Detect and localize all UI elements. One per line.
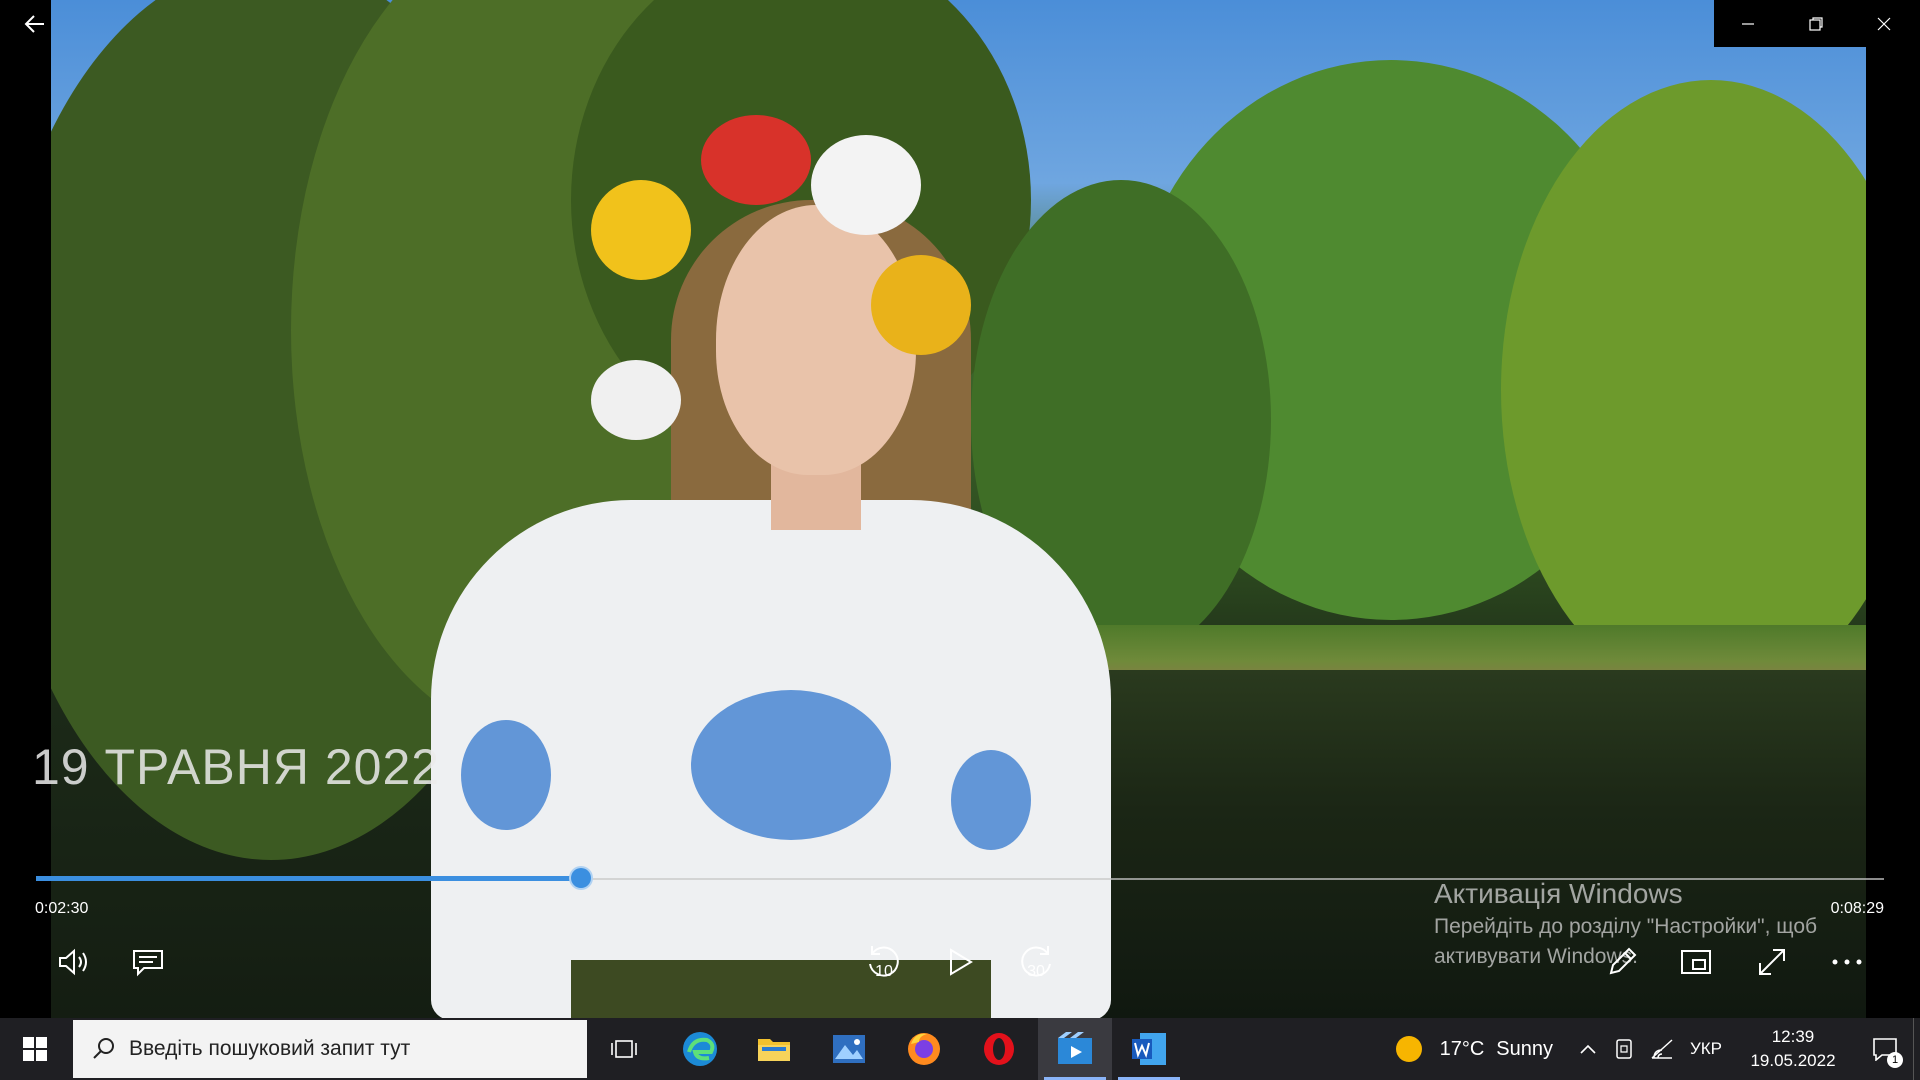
- start-button[interactable]: [0, 1018, 70, 1080]
- edge-icon: [683, 1032, 717, 1066]
- fullscreen-button[interactable]: [1750, 940, 1794, 984]
- mini-view-button[interactable]: [1674, 940, 1718, 984]
- task-view-icon: [611, 1040, 637, 1058]
- arrow-left-icon: [24, 15, 44, 33]
- activation-subtitle: Перейдіть до розділу "Настройки", щоб ак…: [1434, 915, 1818, 968]
- skirt: [571, 960, 991, 1018]
- activation-title: Активація Windows: [1434, 878, 1683, 909]
- poppy: [701, 115, 811, 205]
- play-icon: [950, 948, 973, 976]
- embroidery: [691, 690, 891, 840]
- elapsed-time: 0:02:30: [35, 900, 89, 917]
- weather-widget[interactable]: 17°C Sunny: [1394, 1034, 1553, 1064]
- folder-icon: [758, 1039, 790, 1061]
- taskbar-app-photos[interactable]: [812, 1018, 886, 1080]
- close-button[interactable]: [1850, 0, 1918, 47]
- minimize-icon: [1742, 22, 1754, 25]
- word-icon: [1132, 1033, 1166, 1065]
- show-desktop-button[interactable]: [1913, 1018, 1920, 1080]
- sunflower: [591, 180, 691, 280]
- taskbar-app-word[interactable]: [1112, 1018, 1186, 1080]
- embroidery: [461, 720, 551, 830]
- edit-button[interactable]: [1600, 940, 1644, 984]
- sunflower: [871, 255, 971, 355]
- chevron-up-icon: [1580, 1044, 1596, 1054]
- pencil-icon: [1609, 947, 1637, 975]
- notification-count-badge: 1: [1887, 1052, 1903, 1068]
- daisy: [811, 135, 921, 235]
- play-button[interactable]: [938, 940, 982, 984]
- windows-logo-icon: [23, 1037, 47, 1061]
- photos-icon: [833, 1035, 865, 1063]
- search-placeholder: Введіть пошуковий запит тут: [129, 1037, 411, 1060]
- mini-view-icon: [1681, 950, 1711, 974]
- restore-icon: [1809, 16, 1823, 31]
- skip-back-value: 10: [875, 963, 893, 980]
- wifi-icon: [1651, 1039, 1673, 1059]
- system-tray: 17°C Sunny УКР 12:39 19.05.2022 1: [1394, 1018, 1920, 1080]
- taskbar-app-movies-tv[interactable]: [1038, 1018, 1112, 1080]
- skip-forward-value: 30: [1027, 963, 1045, 980]
- language-indicator[interactable]: УКР: [1681, 1039, 1731, 1059]
- skip-forward-button[interactable]: 30: [1014, 940, 1058, 984]
- movies-tv-icon: [1058, 1032, 1092, 1064]
- opera-icon: [984, 1033, 1014, 1065]
- video-date-caption: 19 ТРАВНЯ 2022: [32, 739, 441, 795]
- task-view-button[interactable]: [587, 1018, 661, 1080]
- windows-activation-watermark: Активація Windows Перейдіть до розділу "…: [1434, 878, 1864, 972]
- skip-back-button[interactable]: 10: [862, 940, 906, 984]
- window-controls: [1714, 0, 1920, 47]
- rewind-icon: 10: [869, 946, 899, 980]
- restore-button[interactable]: [1782, 0, 1850, 47]
- daisy: [591, 360, 681, 440]
- weather-temperature: 17°C: [1439, 1037, 1485, 1060]
- weather-condition: Sunny: [1496, 1037, 1553, 1060]
- fast-forward-icon: 30: [1021, 946, 1051, 980]
- show-hidden-icons-button[interactable]: [1571, 1043, 1605, 1055]
- embroidery: [951, 750, 1031, 850]
- more-options-button[interactable]: [1825, 940, 1869, 984]
- language-label: УКР: [1689, 1039, 1723, 1058]
- clock[interactable]: 12:39 19.05.2022: [1743, 1025, 1843, 1073]
- seek-bar-progress: [36, 876, 581, 881]
- minimize-button[interactable]: [1714, 0, 1782, 47]
- volume-button[interactable]: [52, 940, 96, 984]
- close-icon: [1877, 17, 1891, 30]
- fullscreen-icon: [1759, 949, 1785, 975]
- clock-date: 19.05.2022: [1750, 1051, 1836, 1070]
- search-icon: [93, 1038, 114, 1059]
- seek-bar-thumb[interactable]: [569, 866, 593, 890]
- taskbar-app-opera[interactable]: [962, 1018, 1036, 1080]
- back-button[interactable]: [16, 6, 56, 42]
- video-frame[interactable]: [51, 0, 1866, 1018]
- subtitles-button[interactable]: [126, 940, 170, 984]
- clock-time: 12:39: [1771, 1027, 1815, 1046]
- firefox-icon: [908, 1033, 940, 1065]
- network-button[interactable]: [1643, 1038, 1681, 1060]
- taskbar-app-file-explorer[interactable]: [737, 1018, 811, 1080]
- subtitles-icon: [133, 950, 163, 977]
- device-icon: [1616, 1039, 1632, 1059]
- sun-icon: [1395, 1036, 1422, 1062]
- taskbar-search-box[interactable]: Введіть пошуковий запит тут: [73, 1020, 587, 1078]
- taskbar-app-edge[interactable]: [663, 1018, 737, 1080]
- volume-icon: [59, 948, 87, 976]
- action-center-button[interactable]: 1: [1857, 1018, 1913, 1080]
- meet-now-button[interactable]: [1605, 1038, 1643, 1060]
- taskbar-app-firefox[interactable]: [887, 1018, 961, 1080]
- taskbar: Введіть пошуковий запит тут 17°C Sunny У…: [0, 1018, 1920, 1080]
- more-icon: [1832, 959, 1862, 965]
